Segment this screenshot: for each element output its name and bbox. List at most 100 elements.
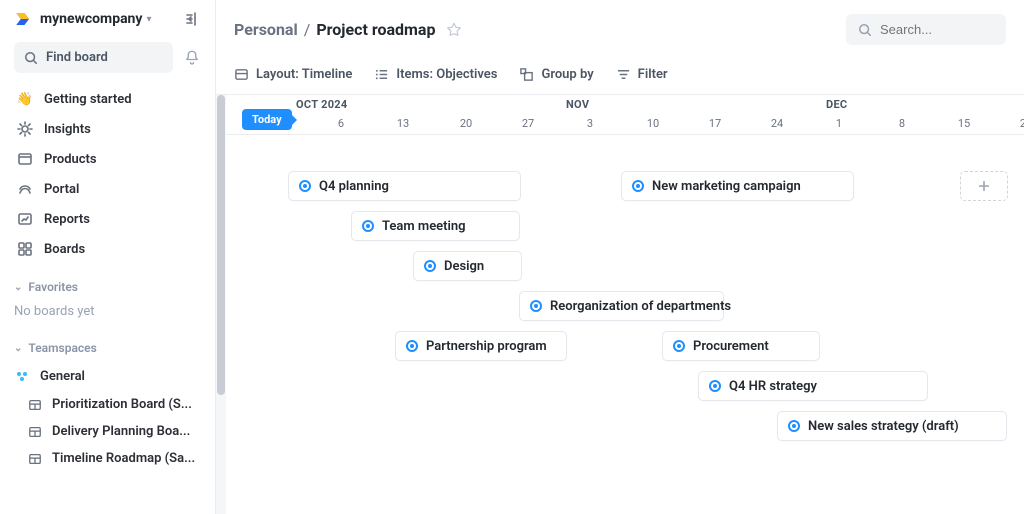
board-item[interactable]: Delivery Planning Boa... [0, 418, 215, 445]
teamspaces-label: Teamspaces [28, 341, 96, 355]
favorites-section-toggle[interactable]: ⌄ Favorites [0, 268, 215, 300]
timeline-card[interactable]: New sales strategy (draft) [777, 411, 1007, 441]
objective-status-icon [530, 300, 542, 312]
board-label: Prioritization Board (S... [52, 397, 192, 412]
chevron-down-icon: ▾ [146, 14, 151, 25]
teamspace-label: General [40, 369, 85, 384]
timeline-card[interactable]: Reorganization of departments [519, 291, 724, 321]
nav-label: Getting started [44, 92, 132, 107]
filter-icon [616, 67, 631, 82]
notifications-button[interactable] [183, 49, 201, 67]
day-label: 15 [958, 117, 970, 130]
search-input[interactable] [880, 22, 994, 37]
objective-status-icon [299, 180, 311, 192]
timeline-card[interactable]: Q4 planning [288, 171, 521, 201]
insights-icon [16, 121, 34, 137]
card-label: New sales strategy (draft) [808, 419, 959, 434]
list-icon [374, 67, 389, 82]
day-label: 1 [836, 117, 842, 130]
timeline-card[interactable]: Partnership program [395, 331, 567, 361]
group-icon [519, 67, 534, 82]
board-item[interactable]: Prioritization Board (S... [0, 391, 215, 418]
timeline-card[interactable]: Q4 HR strategy [698, 371, 928, 401]
chevron-down-icon: ⌄ [14, 343, 22, 354]
teamspaces-section-toggle[interactable]: ⌄ Teamspaces [0, 329, 215, 361]
scrollbar-thumb[interactable] [217, 95, 225, 395]
objective-status-icon [362, 220, 374, 232]
timeline-header: Today OCT 2024NOVDEC61320273101724181522 [226, 95, 1024, 135]
favorites-empty: No boards yet [0, 300, 215, 329]
primary-nav: 👋 Getting started Insights Products Po [0, 77, 215, 268]
nav-insights[interactable]: Insights [6, 114, 209, 144]
month-label: NOV [566, 98, 589, 111]
objective-status-icon [673, 340, 685, 352]
today-marker[interactable]: Today [242, 109, 292, 130]
chevron-down-icon: ⌄ [14, 282, 22, 293]
getting-started-icon: 👋 [16, 92, 34, 107]
sidebar: mynewcompany ▾ Find board 👋 Getting star… [0, 0, 216, 514]
timeline: Today OCT 2024NOVDEC61320273101724181522… [216, 95, 1024, 514]
day-label: 3 [587, 117, 593, 130]
vertical-scrollbar[interactable] [216, 95, 226, 514]
nav-getting-started[interactable]: 👋 Getting started [6, 85, 209, 114]
page-title: Project roadmap [316, 20, 435, 39]
nav-label: Boards [44, 242, 85, 257]
favorite-toggle[interactable] [445, 21, 463, 39]
breadcrumb-separator: / [304, 20, 311, 39]
board-label: Timeline Roadmap (Sa... [52, 451, 195, 466]
day-label: 17 [709, 117, 721, 130]
nav-portal[interactable]: Portal [6, 174, 209, 204]
workspace-switcher[interactable]: mynewcompany ▾ [0, 0, 215, 38]
objective-status-icon [406, 340, 418, 352]
nav-products[interactable]: Products [6, 144, 209, 174]
objective-status-icon [424, 260, 436, 272]
nav-boards[interactable]: Boards [6, 234, 209, 264]
boards-icon [16, 241, 34, 257]
find-board-button[interactable]: Find board [14, 42, 173, 73]
collapse-sidebar-button[interactable] [185, 11, 201, 27]
reports-icon [16, 211, 34, 227]
timeline-card[interactable]: Procurement [662, 331, 820, 361]
day-label: 20 [460, 117, 472, 130]
find-board-label: Find board [46, 50, 108, 65]
board-icon [28, 425, 44, 439]
card-label: New marketing campaign [652, 179, 801, 194]
view-toolbar: Layout: Timeline Items: Objectives Group… [216, 59, 1024, 95]
search-icon [24, 51, 38, 65]
topbar: Personal / Project roadmap [216, 0, 1024, 59]
day-label: 22 [1020, 117, 1024, 130]
nav-label: Reports [44, 212, 90, 227]
timeline-body[interactable]: Q4 planning New marketing campaign Team me… [226, 135, 1024, 505]
card-label: Design [444, 259, 484, 274]
month-label: OCT 2024 [296, 98, 348, 111]
group-label: Group by [541, 67, 593, 82]
layout-icon [234, 67, 249, 82]
timeline-card[interactable]: Design [413, 251, 522, 281]
month-label: DEC [826, 98, 847, 111]
board-icon [28, 398, 44, 412]
card-label: Q4 planning [319, 179, 389, 194]
nav-reports[interactable]: Reports [6, 204, 209, 234]
items-selector[interactable]: Items: Objectives [374, 67, 497, 82]
objective-status-icon [709, 380, 721, 392]
timeline-card[interactable]: Team meeting [351, 211, 520, 241]
add-item-button[interactable] [960, 171, 1008, 201]
objective-status-icon [632, 180, 644, 192]
filter-selector[interactable]: Filter [616, 67, 668, 82]
board-item[interactable]: Timeline Roadmap (Sa... [0, 445, 215, 472]
group-by-selector[interactable]: Group by [519, 67, 593, 82]
day-label: 13 [397, 117, 409, 130]
global-search[interactable] [846, 14, 1006, 45]
teamspace-general[interactable]: General [0, 361, 215, 391]
day-label: 8 [899, 117, 905, 130]
favorites-label: Favorites [28, 280, 78, 294]
nav-label: Products [44, 152, 97, 167]
breadcrumb-parent[interactable]: Personal [234, 20, 298, 39]
card-label: Procurement [693, 339, 769, 354]
board-label: Delivery Planning Boa... [52, 424, 190, 439]
timeline-card[interactable]: New marketing campaign [621, 171, 854, 201]
day-label: 24 [771, 117, 783, 130]
layout-selector[interactable]: Layout: Timeline [234, 67, 352, 82]
nav-label: Portal [44, 182, 79, 197]
card-label: Partnership program [426, 339, 547, 354]
